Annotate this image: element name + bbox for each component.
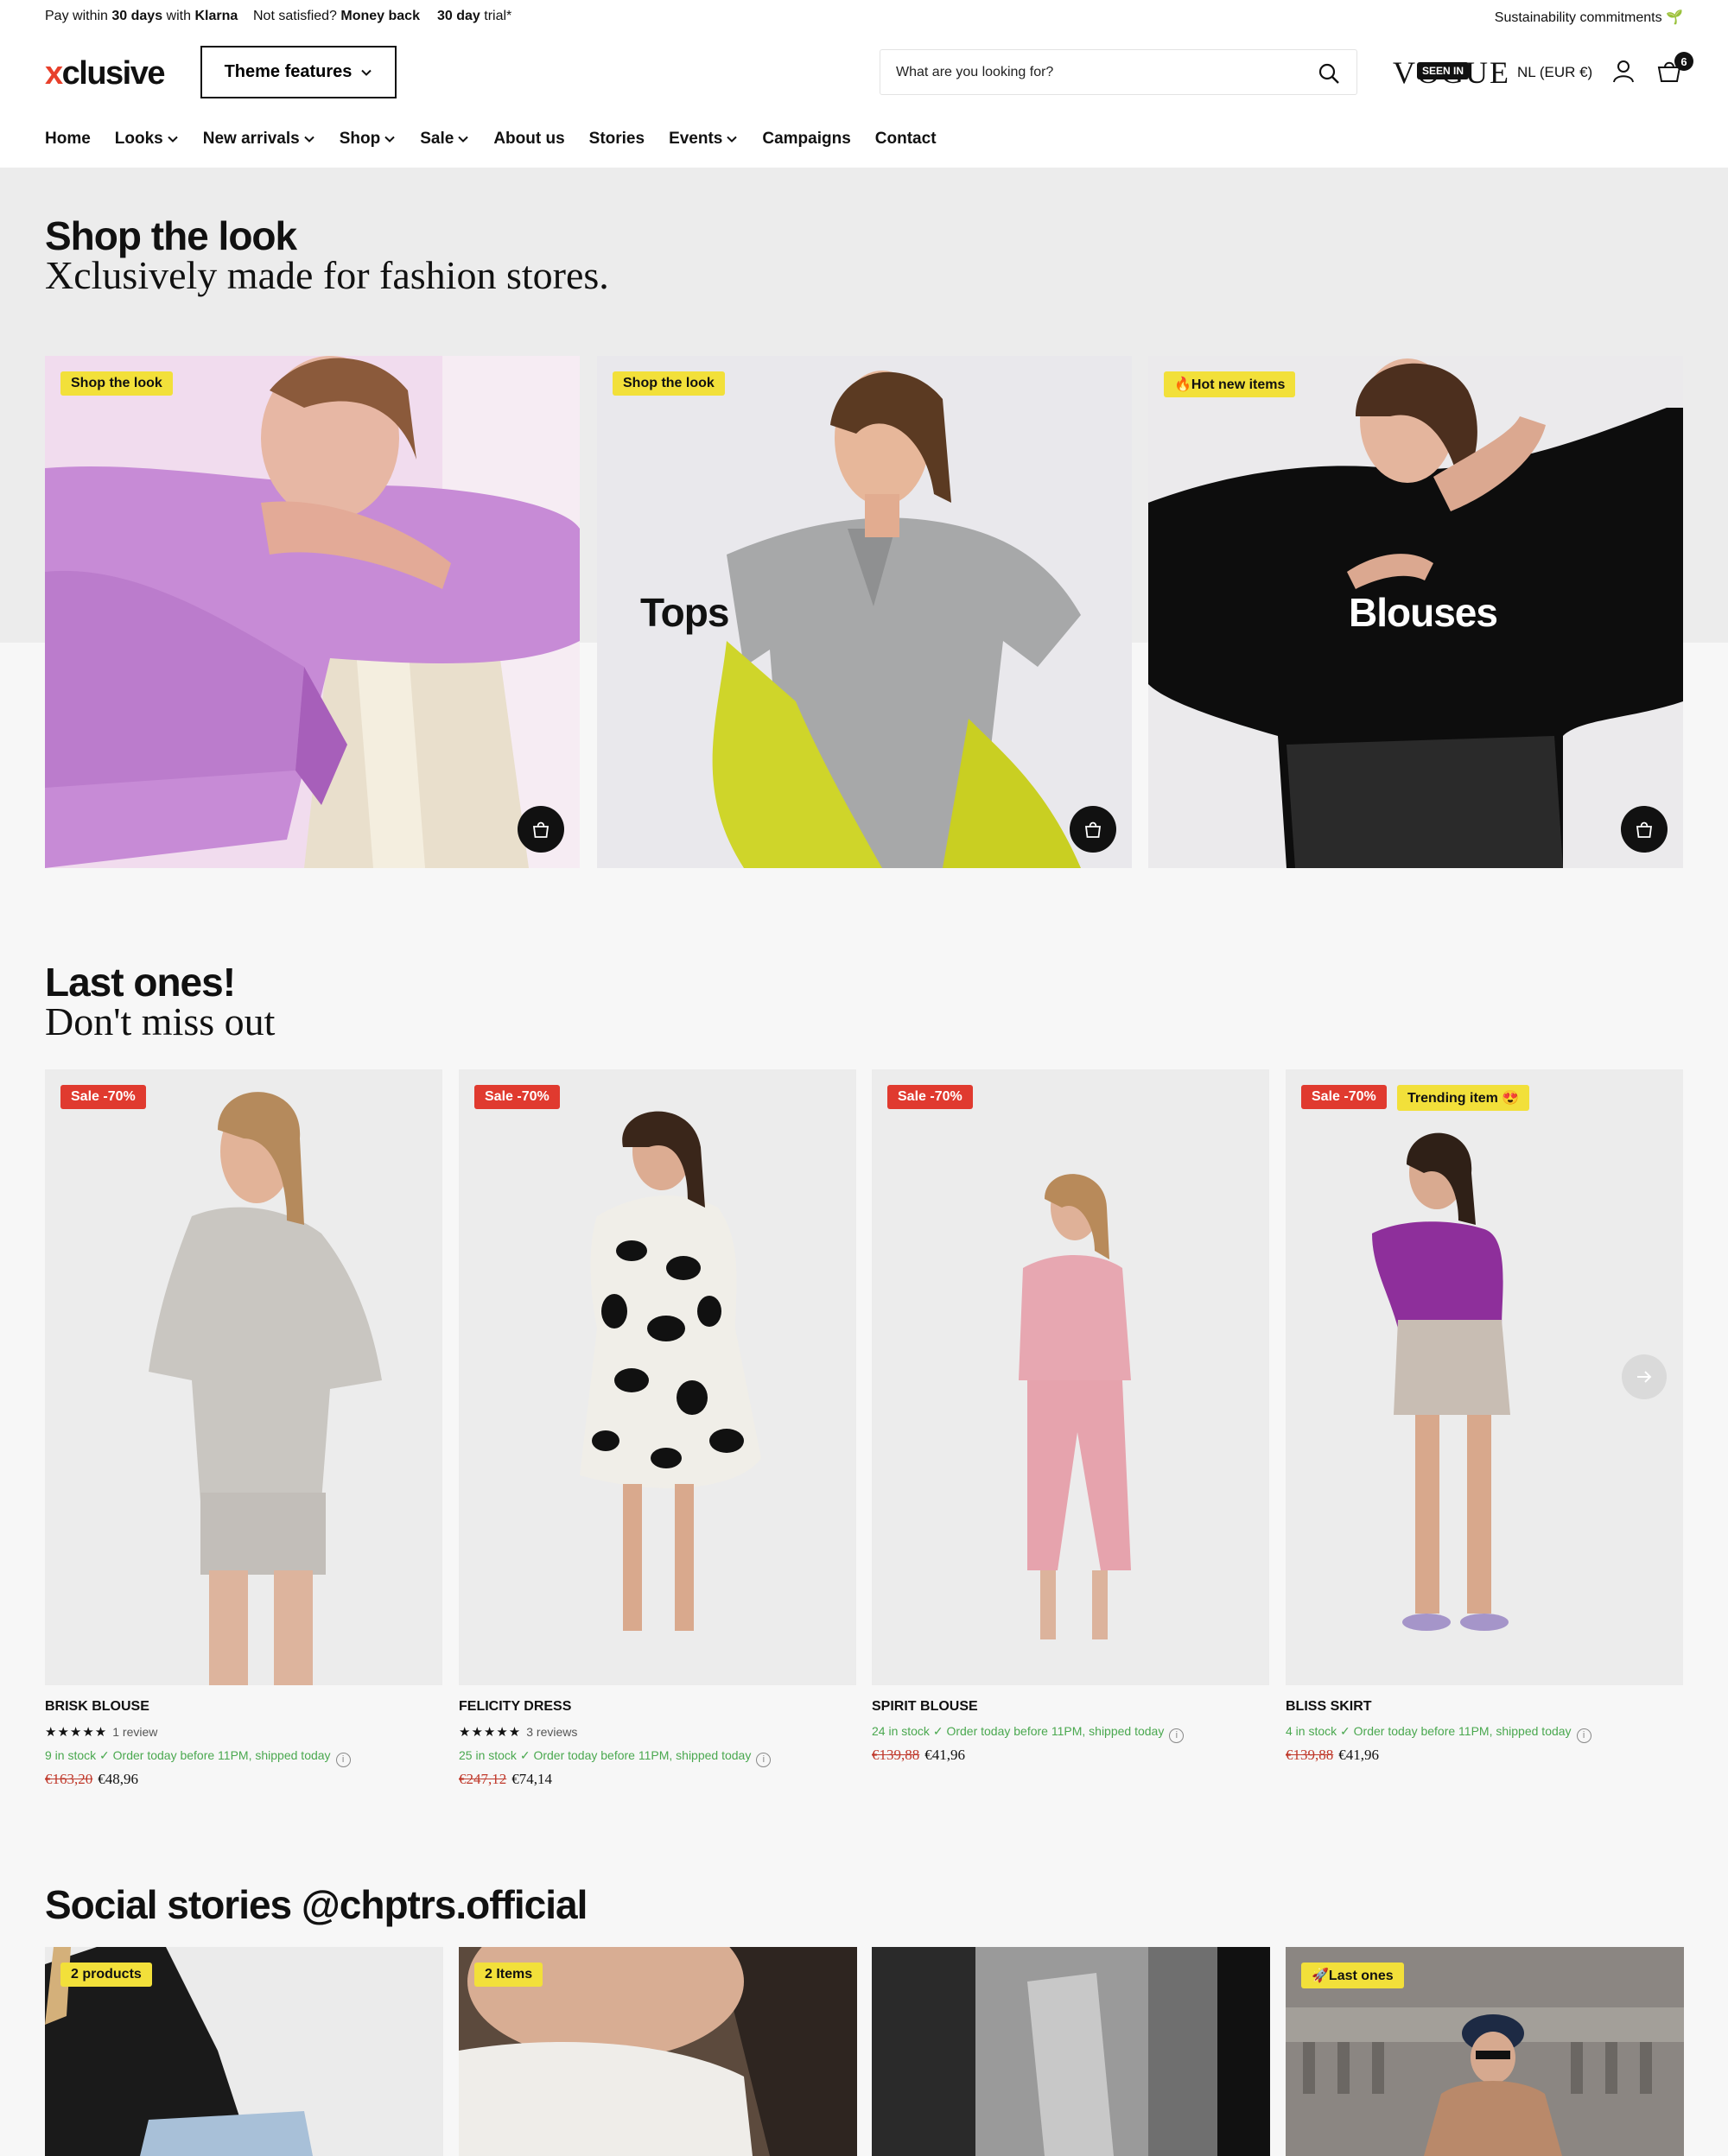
main-navigation: Home Looks New arrivals Shop Sale About …	[45, 130, 937, 149]
rating-stars-icon: ★★★★★	[459, 1725, 522, 1740]
look-card-tops[interactable]: Shop the look Tops	[597, 356, 1132, 868]
info-icon[interactable]: i	[1169, 1728, 1185, 1743]
sale-badge: Sale -70%	[60, 1085, 146, 1109]
shop-look-button[interactable]	[518, 806, 564, 853]
product-name[interactable]: Brisk blouse	[45, 1699, 149, 1715]
nav-item-sale[interactable]: Sale	[420, 130, 469, 149]
usp-trial: 30 day trial*	[437, 9, 512, 23]
search-icon[interactable]	[1317, 61, 1341, 86]
social-story-1[interactable]: 2 products	[45, 1947, 443, 2156]
story-badge: 2 products	[60, 1963, 152, 1987]
nav-item-campaigns[interactable]: Campaigns	[762, 130, 850, 149]
product-rating: ★★★★★ 1 review	[45, 1725, 158, 1740]
shopping-bag-icon	[532, 821, 550, 838]
check-icon: ✓	[1340, 1724, 1350, 1738]
product-price: €163,20 €48,96	[45, 1771, 138, 1787]
social-story-4[interactable]: 🚀Last ones	[1286, 1947, 1684, 2156]
card-badge: 🔥Hot new items	[1164, 371, 1296, 397]
cart-count-badge: 6	[1674, 52, 1693, 71]
rating-stars-icon: ★★★★★	[45, 1725, 108, 1740]
nav-item-about-us[interactable]: About us	[493, 130, 564, 149]
product-price: €247,12 €74,14	[459, 1771, 552, 1787]
product-name[interactable]: Bliss skirt	[1286, 1699, 1372, 1715]
chevron-down-icon	[727, 136, 738, 143]
shopping-bag-icon	[1636, 821, 1653, 838]
section-subtitle-shop-the-look: Xclusively made for fashion stores.	[45, 253, 609, 297]
chevron-down-icon	[168, 136, 178, 143]
nav-item-home[interactable]: Home	[45, 130, 91, 149]
stock-status: 24 in stock ✓ Order today before 11PM, s…	[872, 1724, 1185, 1743]
section-title-social-stories: Social stories @chptrs.official	[45, 1882, 588, 1927]
nav-item-shop[interactable]: Shop	[340, 130, 397, 149]
sale-badge: Sale -70%	[474, 1085, 560, 1109]
look-card-blouses[interactable]: 🔥Hot new items Blouses	[1148, 356, 1683, 868]
chevron-down-icon	[361, 69, 372, 76]
product-image-brisk-blouse[interactable]: Sale -70%	[45, 1069, 442, 1685]
theme-features-button[interactable]: Theme features	[200, 46, 397, 98]
product-price: €139,88 €41,96	[1286, 1747, 1379, 1763]
search-input[interactable]: What are you looking for?	[880, 49, 1357, 95]
product-price: €139,88 €41,96	[872, 1747, 965, 1763]
nav-item-new-arrivals[interactable]: New arrivals	[203, 130, 315, 149]
social-story-2[interactable]: 2 Items	[459, 1947, 857, 2156]
card-title-tops: Tops	[640, 590, 729, 635]
card-badge: Shop the look	[613, 371, 725, 396]
sale-badge: Sale -70%	[1301, 1085, 1387, 1109]
nav-item-looks[interactable]: Looks	[115, 130, 179, 149]
leaf-icon: 🌱	[1666, 10, 1683, 25]
shop-look-button[interactable]	[1070, 806, 1116, 853]
look-image-lilac-sweater	[45, 356, 580, 868]
arrow-right-icon	[1637, 1371, 1652, 1383]
info-icon[interactable]: i	[756, 1753, 772, 1767]
shopping-bag-icon	[1084, 821, 1102, 838]
sustainability-link[interactable]: Sustainability commitments 🌱	[1495, 9, 1683, 26]
account-icon[interactable]	[1610, 58, 1636, 84]
seen-in-badge: SEEN IN	[1417, 62, 1470, 79]
product-image-felicity-dress[interactable]: Sale -70%	[459, 1069, 856, 1685]
shop-look-button[interactable]	[1621, 806, 1668, 853]
product-photo	[872, 1069, 1269, 1685]
check-icon: ✓	[932, 1724, 943, 1738]
look-card-1[interactable]: Shop the look	[45, 356, 580, 868]
nav-item-stories[interactable]: Stories	[589, 130, 645, 149]
chevron-down-icon	[458, 136, 469, 143]
stock-status: 25 in stock ✓ Order today before 11PM, s…	[459, 1748, 772, 1767]
sale-badge: Sale -70%	[887, 1085, 973, 1109]
product-rating: ★★★★★ 3 reviews	[459, 1725, 578, 1740]
usp-money-back: Not satisfied? Money back	[253, 9, 420, 23]
usp-klarna: Pay within 30 days with Klarna	[45, 9, 238, 23]
info-icon[interactable]: i	[335, 1753, 351, 1767]
chevron-down-icon	[384, 136, 395, 143]
card-title-blouses: Blouses	[1349, 590, 1498, 635]
check-icon: ✓	[519, 1748, 530, 1762]
announcement-bar: Pay within 30 days with Klarna Not satis…	[0, 0, 1728, 35]
product-photo	[45, 1069, 442, 1685]
info-icon[interactable]: i	[1576, 1728, 1591, 1743]
product-name[interactable]: Felicity dress	[459, 1699, 571, 1715]
story-badge: 🚀Last ones	[1301, 1963, 1404, 1988]
chevron-down-icon	[304, 136, 314, 143]
logo[interactable]: xclusive	[45, 55, 166, 92]
product-image-spirit-blouse[interactable]: Sale -70%	[872, 1069, 1269, 1685]
nav-item-contact[interactable]: Contact	[875, 130, 937, 149]
trending-badge: Trending item 😍	[1397, 1085, 1530, 1111]
story-badge: 2 Items	[474, 1963, 543, 1987]
product-photo	[459, 1069, 856, 1685]
product-name[interactable]: Spirit blouse	[872, 1699, 978, 1715]
check-icon: ✓	[99, 1748, 110, 1762]
social-story-3[interactable]	[872, 1947, 1270, 2156]
stock-status: 9 in stock ✓ Order today before 11PM, sh…	[45, 1748, 351, 1767]
carousel-next-button[interactable]	[1622, 1354, 1667, 1399]
card-badge: Shop the look	[60, 371, 173, 396]
site-header: xclusive Theme features What are you loo…	[0, 35, 1728, 168]
stock-status: 4 in stock ✓ Order today before 11PM, sh…	[1286, 1724, 1591, 1743]
nav-item-events[interactable]: Events	[669, 130, 738, 149]
section-subtitle-last-ones: Don't miss out	[45, 999, 276, 1043]
story-photo	[872, 1947, 1270, 2156]
locale-selector[interactable]: NL (EUR €)	[1517, 64, 1592, 81]
